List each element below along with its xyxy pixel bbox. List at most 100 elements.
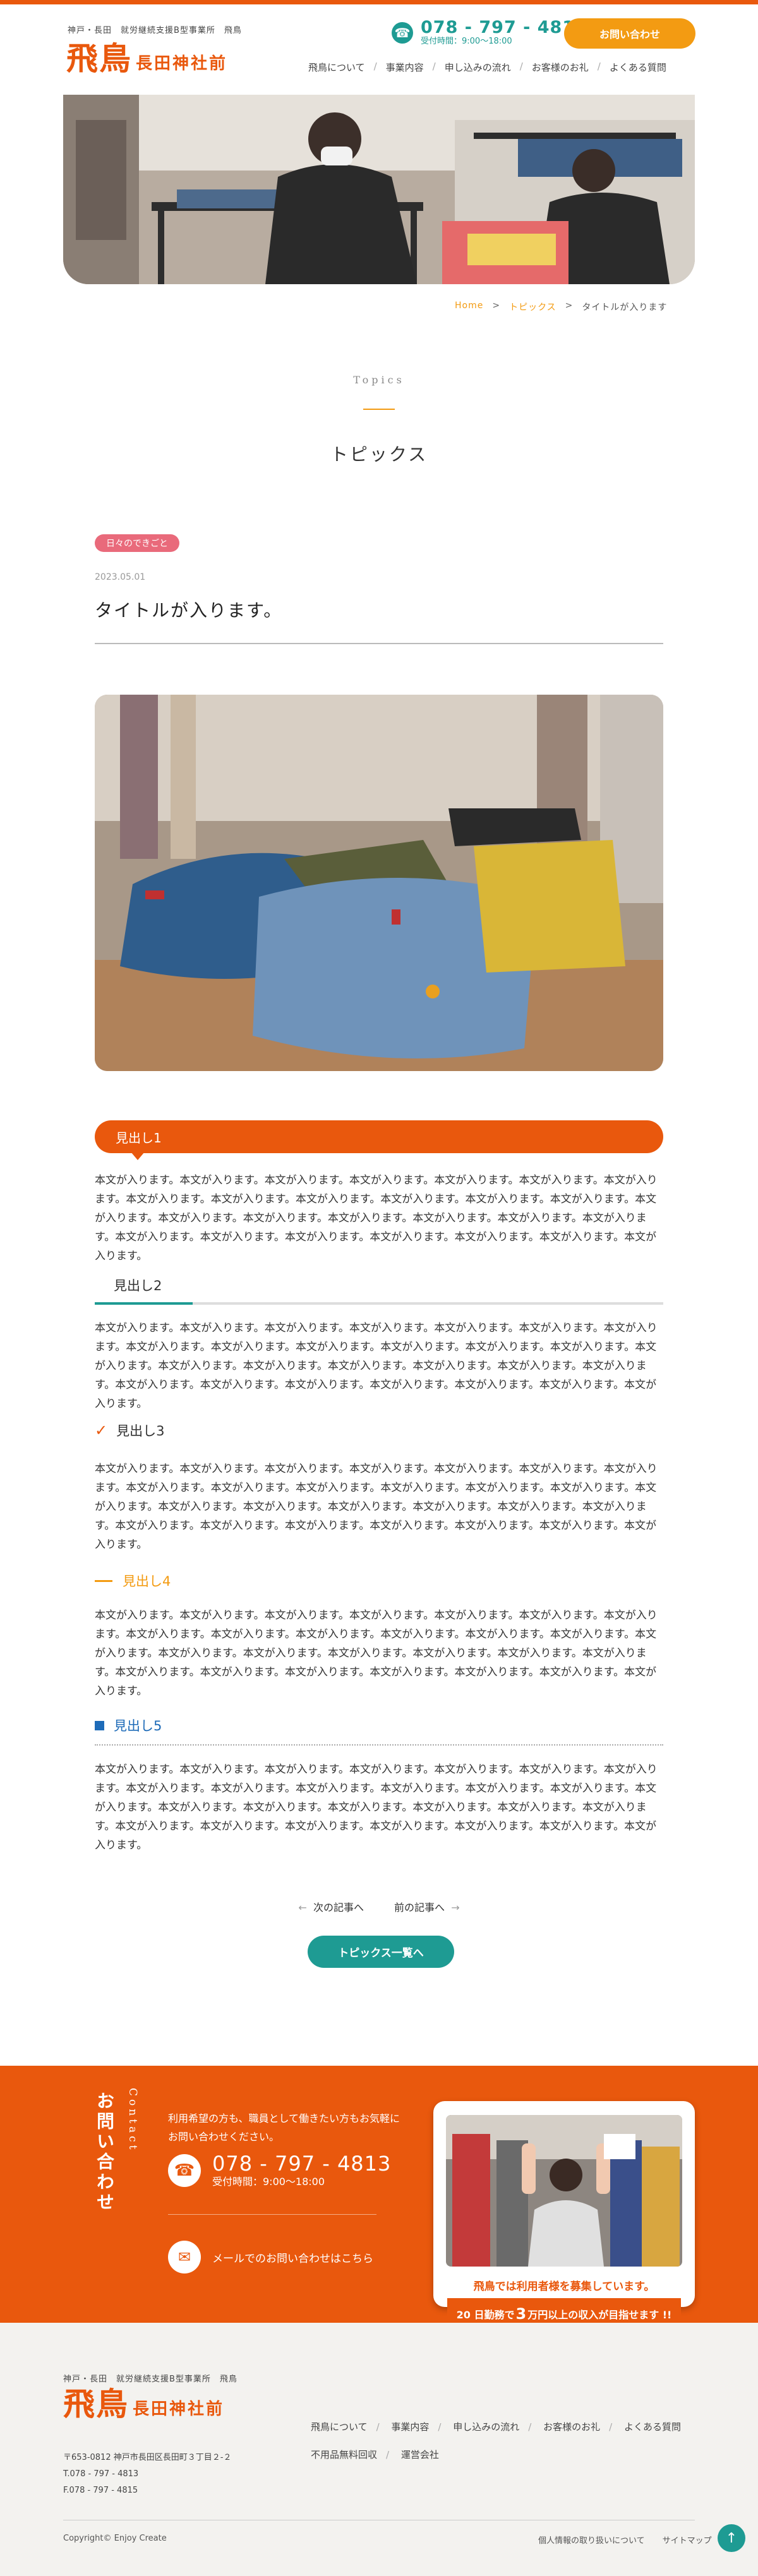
- post-title: タイトルが入ります。: [95, 600, 283, 621]
- header-tel-number: 078 - 797 - 4813: [421, 18, 587, 37]
- sitemap-link[interactable]: サイトマップ: [663, 2534, 712, 2546]
- logo-main-text: 飛鳥: [66, 40, 132, 77]
- heading-2: 見出し2: [114, 1278, 162, 1293]
- heading-5-label: 見出し5: [114, 1718, 162, 1734]
- breadcrumb: Home > トピックス > タイトルが入ります: [455, 301, 667, 313]
- contact-tel-number: 078 - 797 - 4813: [212, 2152, 392, 2176]
- phone-icon: ☎: [168, 2154, 201, 2187]
- heading-1: 見出し1: [95, 1120, 663, 1153]
- section-title-en: Topics: [353, 374, 405, 386]
- footer-tel: T.078 - 797 - 4813: [63, 2469, 139, 2479]
- body-paragraph: 本文が入ります。本文が入ります。本文が入ります。本文が入ります。本文が入ります。…: [95, 1463, 658, 1551]
- footer-nav-about[interactable]: 飛鳥について: [302, 2421, 376, 2433]
- title-divider: [95, 643, 663, 644]
- next-post-link[interactable]: ← 次の記事へ: [298, 1899, 364, 1914]
- post-date: 2023.05.01: [95, 572, 146, 582]
- footer-tagline: 神戸・長田 就労継続支援B型事業所 飛鳥: [63, 2375, 238, 2384]
- footer-logo-sub: 長田神社前: [133, 2400, 225, 2419]
- heading-3: ✓ 見出し3: [95, 1421, 164, 1440]
- footer-address: 〒653-0812 神戸市長田区長田町３丁目２-２: [63, 2453, 232, 2462]
- contact-lead: 利用希望の方も、職員として働きたい方もお気軽にお問い合わせください。: [168, 2112, 400, 2143]
- prev-post-link[interactable]: 前の記事へ →: [394, 1899, 460, 1914]
- heading-4: 見出し4: [95, 1571, 171, 1590]
- nav-separator: /: [528, 2421, 532, 2433]
- section-title-underline: [363, 409, 395, 410]
- arrow-right-icon: →: [451, 1902, 460, 1914]
- contact-mail-link[interactable]: ✉ メールでのお問い合わせはこちら: [168, 2241, 373, 2273]
- contact-divider: [168, 2214, 376, 2215]
- header-contact-button[interactable]: お問い合わせ: [564, 18, 695, 49]
- post-pager: ← 次の記事へ 前の記事へ →: [284, 1899, 474, 1914]
- contact-tel[interactable]: ☎ 078 - 797 - 4813 受付時間：9:00〜18:00: [168, 2152, 391, 2189]
- contact-tel-hours: 受付時間：9:00〜18:00: [212, 2176, 325, 2188]
- recruit-text: 飛鳥では利用者様を募集しています。: [473, 2280, 655, 2293]
- category-badge[interactable]: 日々のできごと: [95, 534, 179, 552]
- topics-list-button[interactable]: トピックス一覧へ: [308, 1936, 454, 1968]
- nav-separator: /: [438, 2421, 442, 2433]
- section-title: トピックス: [330, 444, 428, 465]
- global-nav: 飛鳥について / 事業内容 / 申し込みの流れ / お客様のお礼 / よくある質問: [299, 61, 675, 74]
- heading-3-label: 見出し3: [116, 1423, 165, 1439]
- contact-title: お問い合わせ: [94, 2092, 115, 2213]
- nav-item-about[interactable]: 飛鳥について: [299, 61, 374, 74]
- footer-nav-pickup[interactable]: 不用品無料回収: [302, 2449, 386, 2460]
- footer-nav-thanks[interactable]: お客様のお礼: [534, 2421, 609, 2433]
- footer-address-block: 〒653-0812 神戸市長田区長田町３丁目２-２ T.078 - 797 - …: [63, 2450, 231, 2499]
- breadcrumb-separator: >: [492, 301, 501, 311]
- header-tel-hours: 受付時間：9:00〜18:00: [421, 37, 512, 46]
- arrow-left-icon: ←: [298, 1902, 307, 1914]
- heading-5: 見出し5: [95, 1716, 162, 1735]
- breadcrumb-separator: >: [565, 301, 574, 311]
- heading-4-label: 見出し4: [123, 1574, 171, 1589]
- heading-5-underline: [95, 1744, 663, 1746]
- banner-text-pre: 20 日勤務で: [456, 2309, 515, 2321]
- footer-nav-faq[interactable]: よくある質問: [615, 2421, 690, 2433]
- nav-item-thanks[interactable]: お客様のお礼: [523, 61, 598, 74]
- recruit-card[interactable]: 飛鳥では利用者様を募集しています。 20 日勤務で 3 万円以上の収入が目指せます …: [433, 2101, 695, 2330]
- body-paragraph: 本文が入ります。本文が入ります。本文が入ります。本文が入ります。本文が入ります。…: [95, 1763, 658, 1852]
- dash-icon: [95, 1579, 112, 1582]
- logo-sub-text: 長田神社前: [136, 54, 228, 73]
- arrow-up-icon: ↑: [725, 2530, 738, 2546]
- breadcrumb-current: タイトルが入ります: [582, 303, 668, 313]
- heading-1-tail: [131, 1152, 145, 1160]
- footer-logo-main: 飛鳥: [63, 2386, 129, 2423]
- footer-fax: F.078 - 797 - 4815: [63, 2486, 138, 2495]
- footer-nav: 飛鳥について / 事業内容 / 申し込みの流れ / お客様のお礼 / よくある質問 不用…: [302, 2413, 706, 2469]
- header-tel[interactable]: ☎ 078 - 797 - 4813 受付時間：9:00〜18:00: [392, 19, 587, 47]
- header-tagline: 神戸・長田 就労継続支援B型事業所 飛鳥: [68, 26, 242, 35]
- contact-mail-label: メールでのお問い合わせはこちら: [212, 2252, 373, 2265]
- nav-separator: /: [376, 2421, 380, 2433]
- heading-2-underline: [95, 1302, 663, 1305]
- nav-item-services[interactable]: 事業内容: [377, 61, 433, 74]
- check-icon: ✓: [95, 1422, 108, 1439]
- post-main-image: [95, 695, 663, 1071]
- body-paragraph: 本文が入ります。本文が入ります。本文が入ります。本文が入ります。本文が入ります。…: [95, 1174, 658, 1262]
- banner-text-post: 万円以上の収入が目指せます !!: [527, 2309, 672, 2321]
- footer-links: 個人情報の取り扱いについて サイトマップ: [538, 2534, 712, 2546]
- phone-icon: ☎: [392, 22, 413, 44]
- back-to-top-button[interactable]: ↑: [718, 2524, 745, 2552]
- nav-separator: /: [609, 2421, 613, 2433]
- contact-title-en: Contact: [126, 2088, 139, 2153]
- footer-logo[interactable]: 飛鳥 長田神社前: [63, 2388, 224, 2420]
- banner-number: 3: [515, 2305, 527, 2323]
- copyright: Copyright© Enjoy Create: [63, 2534, 167, 2543]
- footer-nav-flow[interactable]: 申し込みの流れ: [444, 2421, 528, 2433]
- recruit-image: [446, 2115, 682, 2267]
- body-paragraph: 本文が入ります。本文が入ります。本文が入ります。本文が入ります。本文が入ります。…: [95, 1609, 658, 1698]
- mail-icon: ✉: [168, 2241, 201, 2273]
- privacy-link[interactable]: 個人情報の取り扱いについて: [538, 2534, 645, 2546]
- nav-separator: /: [386, 2449, 390, 2460]
- footer-nav-company[interactable]: 運営会社: [392, 2449, 448, 2460]
- top-accent-bar: [0, 0, 758, 4]
- breadcrumb-home[interactable]: Home: [455, 301, 483, 313]
- nav-item-faq[interactable]: よくある質問: [601, 61, 675, 74]
- square-icon: [95, 1720, 104, 1730]
- site-logo[interactable]: 飛鳥 長田神社前: [66, 43, 227, 75]
- nav-item-flow[interactable]: 申し込みの流れ: [436, 61, 520, 74]
- body-paragraph: 本文が入ります。本文が入ります。本文が入ります。本文が入ります。本文が入ります。…: [95, 1322, 658, 1410]
- hero-image: [63, 95, 695, 284]
- breadcrumb-topics[interactable]: トピックス: [509, 301, 556, 313]
- footer-nav-services[interactable]: 事業内容: [382, 2421, 438, 2433]
